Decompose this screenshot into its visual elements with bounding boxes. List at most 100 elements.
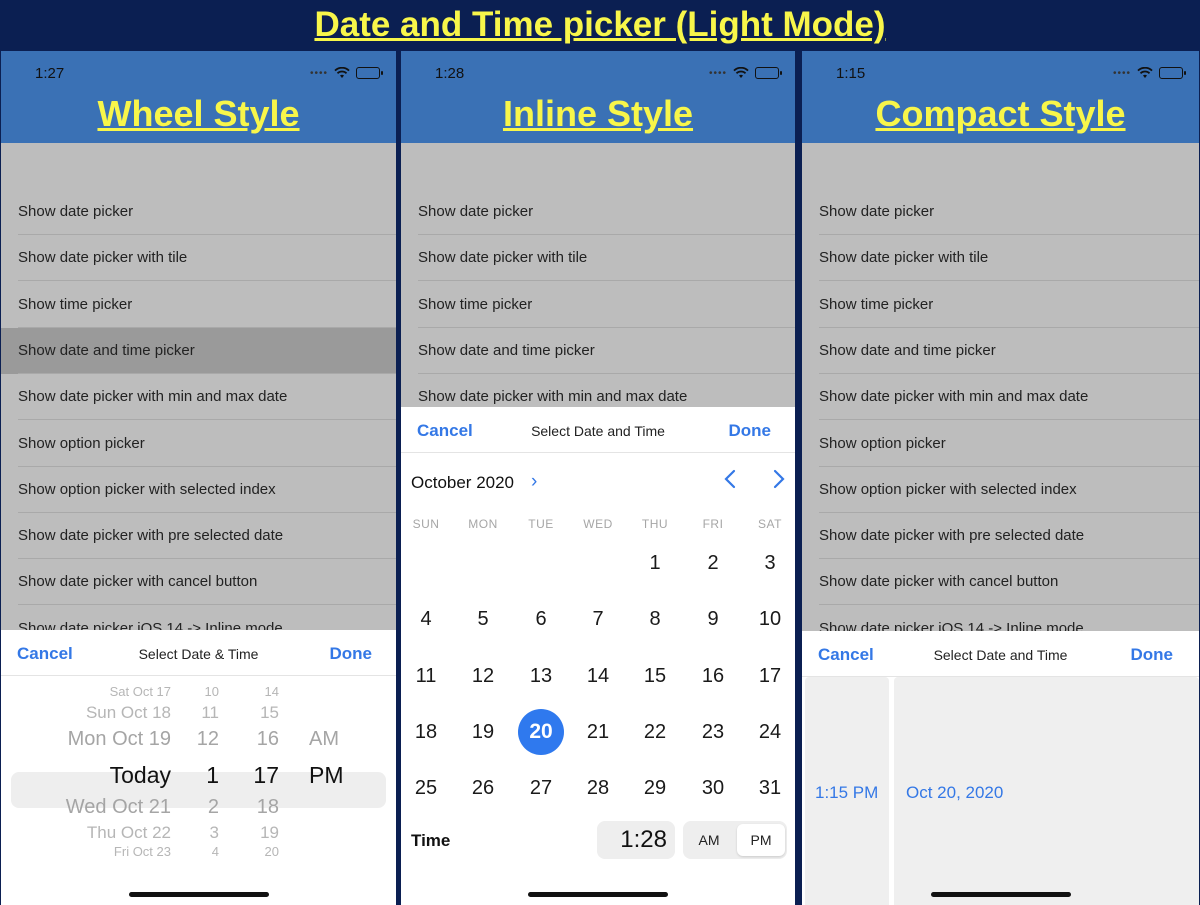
weekday-label: SUN [412,517,440,531]
calendar-day[interactable]: 17 [747,653,793,699]
list-item[interactable]: Show date picker with tile [401,235,795,282]
calendar-day[interactable]: 1 [632,540,678,586]
calendar-day[interactable]: 15 [632,653,678,699]
picker-sheet: Cancel Select Date & Time Done Sat Oct 1… [1,630,396,905]
list-item-label: Show time picker [18,295,133,313]
wheel-ampm-cell: AM [309,728,339,750]
signal-icon: •••• [708,67,727,79]
calendar-day[interactable]: 26 [460,765,506,811]
list-item[interactable]: Show time picker [401,282,795,328]
list-item-label: Show time picker [819,295,934,313]
calendar-day[interactable]: 2 [690,540,736,586]
previous-month-button[interactable] [723,469,737,495]
calendar-day[interactable]: 22 [632,709,678,755]
wheel-minute-cell: 20 [264,844,279,859]
calendar-day[interactable]: 13 [518,653,564,699]
list-item[interactable]: Show date picker with tile [802,235,1199,282]
calendar-day[interactable]: 4 [403,596,449,642]
wifi-icon [1137,67,1153,78]
done-button[interactable]: Done [729,421,772,441]
chevron-left-icon [724,469,736,489]
list-item[interactable]: Show date picker with min and max date [802,374,1199,421]
signal-icon: •••• [309,67,328,79]
calendar-day[interactable]: 28 [575,765,621,811]
list-item[interactable]: Show date picker with pre selected date [1,513,396,560]
calendar-day[interactable]: 23 [690,709,736,755]
list-item[interactable]: Show time picker [1,282,396,328]
list-item-label: Show option picker [819,434,946,452]
list-item[interactable]: Show date picker with tile [1,235,396,282]
calendar-day[interactable]: 5 [460,596,506,642]
date-time-wheel[interactable]: Sat Oct 17 Sun Oct 18 Mon Oct 19 Today Wed O… [1,676,396,886]
calendar-day[interactable]: 12 [460,653,506,699]
calendar-day[interactable]: 6 [518,596,564,642]
list-item[interactable]: Show time picker [802,282,1199,328]
selected-day[interactable]: 20 [518,709,564,755]
done-button[interactable]: Done [330,644,373,664]
month-year-button[interactable]: October 2020 [411,473,514,493]
weekday-label: TUE [528,517,554,531]
list-item[interactable]: Show date and time picker [802,328,1199,374]
list-item[interactable]: Show date picker with pre selected date [802,513,1199,560]
wheel-hour-cell: 3 [209,823,219,842]
calendar-day[interactable]: 11 [403,653,449,699]
calendar-day[interactable]: 16 [690,653,736,699]
list-item[interactable]: Show date picker [1,189,396,235]
wheel-hour-cell: 12 [196,728,219,750]
list-item[interactable]: Show date and time picker [1,327,396,374]
picker-toolbar: Cancel Select Date & Time Done [1,630,396,676]
list-item[interactable]: Show date picker [802,189,1199,235]
compact-date-panel[interactable]: Oct 20, 2020 [894,677,1199,905]
list-item-label: Show option picker with selected index [18,480,276,498]
calendar-day[interactable]: 25 [403,765,449,811]
list-item-label: Show date and time picker [18,341,195,359]
wheel-day-cell: Sun Oct 18 [85,703,171,722]
wifi-icon [334,67,350,78]
done-button[interactable]: Done [1131,645,1174,665]
chevron-right-icon[interactable]: › [531,471,537,493]
time-field[interactable]: 1:28 [597,821,675,859]
list-item[interactable]: Show option picker [802,421,1199,467]
compact-time-panel[interactable]: 1:15 PM [805,677,889,905]
phone-inline-style: 1:28 •••• Inline Style Show date picker S… [401,51,795,905]
calendar-day[interactable]: 14 [575,653,621,699]
calendar-day[interactable]: 29 [632,765,678,811]
list-item-label: Show date picker with min and max date [18,388,288,406]
list-item[interactable]: Show option picker [1,421,396,467]
list-item[interactable]: Show date picker [401,189,795,235]
wheel-hour-cell: 10 [204,684,219,699]
home-indicator [930,892,1071,897]
wheel-day-cell: Today [109,762,171,788]
list-item[interactable]: Show option picker with selected index [802,467,1199,513]
calendar-day[interactable]: 30 [690,765,736,811]
am-segment[interactable]: AM [685,824,733,856]
list-item[interactable]: Show date picker with min and max date [1,374,396,421]
calendar-day[interactable]: 19 [460,709,506,755]
list-item[interactable]: Show option picker with selected index [1,467,396,513]
calendar-day[interactable]: 31 [747,765,793,811]
wheel-minute-cell: 15 [260,703,279,722]
pm-segment[interactable]: PM [737,824,785,856]
weekday-label: WED [583,517,613,531]
calendar-day[interactable]: 27 [518,765,564,811]
calendar-day[interactable]: 7 [575,596,621,642]
compact-date-value[interactable]: Oct 20, 2020 [906,783,1003,803]
weekday-label: SAT [758,517,782,531]
calendar-day[interactable]: 9 [690,596,736,642]
calendar-day[interactable]: 3 [747,540,793,586]
next-month-button[interactable] [772,469,786,495]
calendar-day[interactable]: 8 [632,596,678,642]
calendar-day[interactable]: 10 [747,596,793,642]
calendar-day[interactable]: 21 [575,709,621,755]
compact-time-value[interactable]: 1:15 PM [815,783,878,803]
calendar-day[interactable]: 24 [747,709,793,755]
calendar-day[interactable]: 18 [403,709,449,755]
list-item[interactable]: Show date picker with cancel button [1,559,396,606]
picker-sheet: Cancel Select Date and Time Done October… [401,407,795,905]
list-item-label: Show date picker with cancel button [819,573,1059,591]
list-item[interactable]: Show date and time picker [401,328,795,374]
status-time: 1:27 [35,65,65,82]
list-item-label: Show date picker [18,203,134,220]
phone-compact-style: 1:15 •••• Compact Style Show date picker… [802,51,1199,905]
list-item[interactable]: Show date picker with cancel button [802,559,1199,606]
